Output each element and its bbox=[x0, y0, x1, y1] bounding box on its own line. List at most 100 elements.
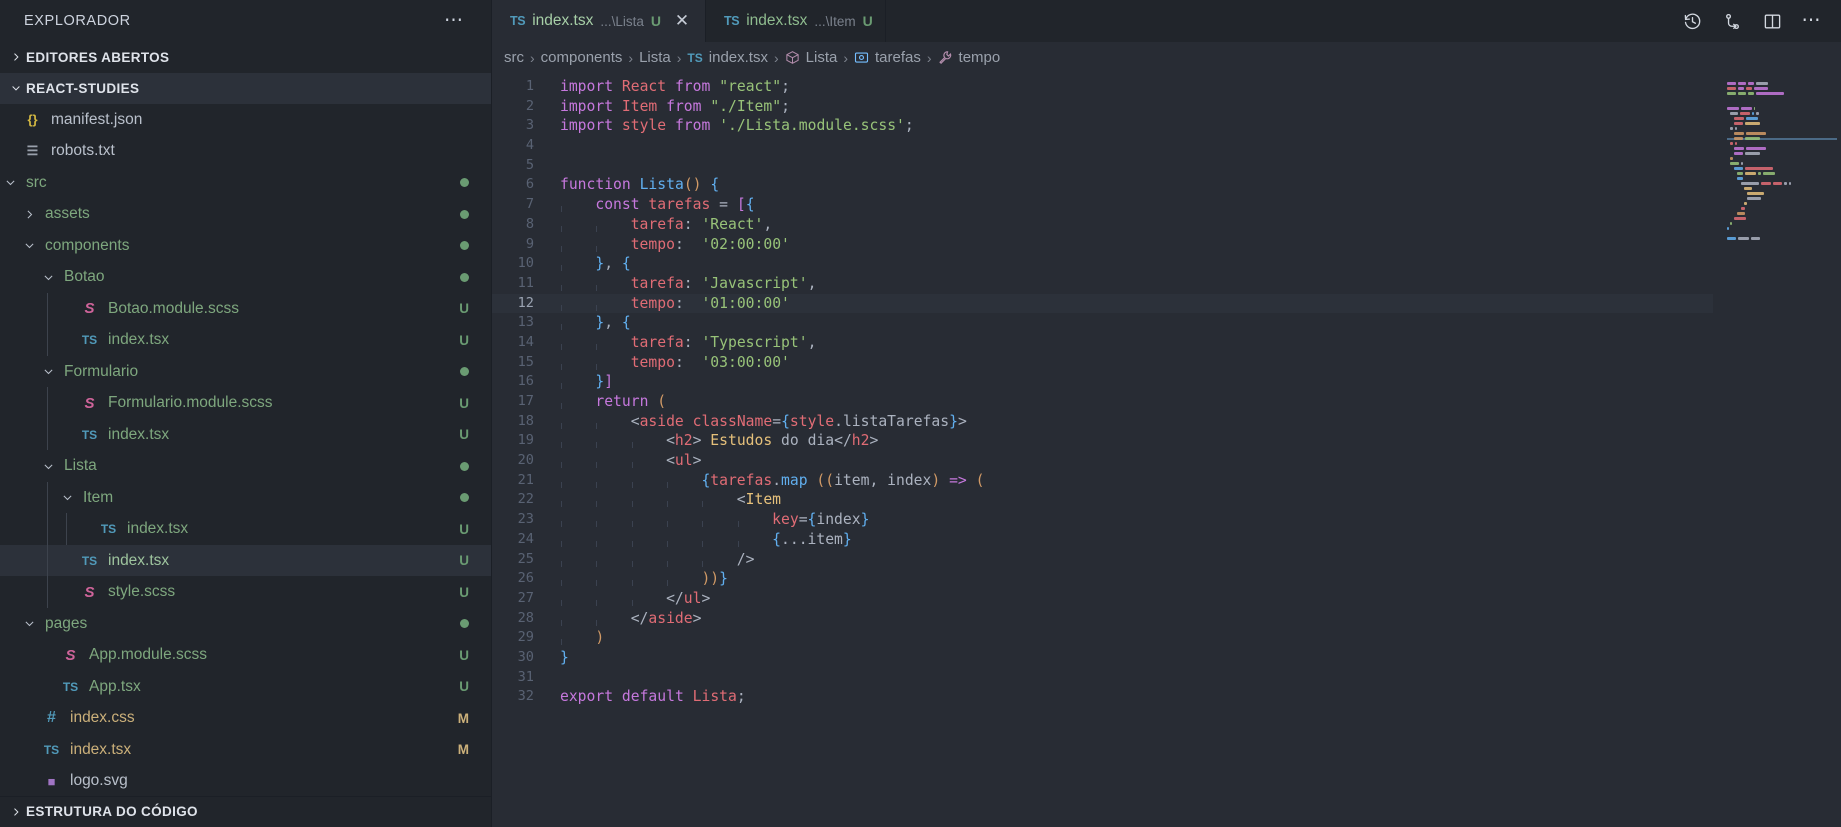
tree-file[interactable]: {} manifest.json bbox=[0, 104, 491, 136]
tree-file[interactable]: S Botao.module.scss U bbox=[0, 292, 491, 325]
code-line[interactable]: 11 tarefa: 'Javascript', bbox=[492, 274, 1841, 294]
tree-file[interactable]: Sstyle.scss U bbox=[0, 576, 491, 608]
tree-folder[interactable]: Item bbox=[0, 481, 491, 514]
code-line[interactable]: 21 {tarefas.map ((item, index) => ( bbox=[492, 471, 1841, 491]
breadcrumb-label: Lista bbox=[805, 49, 838, 66]
code-line[interactable]: 6 function Lista() { bbox=[492, 175, 1841, 195]
code-line[interactable]: 2 import Item from "./Item"; bbox=[492, 97, 1841, 117]
code-line[interactable]: 16}] bbox=[492, 372, 1841, 392]
tree-file[interactable]: TS index.tsx U bbox=[0, 324, 491, 356]
tab-bar: TS index.tsx ...\Lista U ✕ TS index.tsx ...\Ite… bbox=[492, 0, 1841, 42]
code-line[interactable]: 1 import React from "react"; bbox=[492, 77, 1841, 97]
tree-file[interactable]: TS index.tsx U bbox=[0, 544, 491, 577]
code-line[interactable]: 14 tarefa: 'Typescript', bbox=[492, 333, 1841, 353]
tree-item-label: App.module.scss bbox=[89, 646, 208, 664]
code-line[interactable]: 23 key={index} bbox=[492, 510, 1841, 530]
tree-folder[interactable]: Formulario bbox=[0, 356, 491, 388]
tree-file[interactable]: S App.module.scss U bbox=[0, 639, 491, 671]
code-line[interactable]: 9 tempo: '02:00:00' bbox=[492, 235, 1841, 255]
breadcrumb-item[interactable]: Lista bbox=[781, 49, 842, 66]
history-icon[interactable] bbox=[1677, 6, 1707, 36]
tree-file[interactable]: TS App.tsx U bbox=[0, 671, 491, 703]
breadcrumb[interactable]: src › components › Lista › TS index.tsx › Lista › t… bbox=[492, 42, 1841, 73]
code-text: </ul> bbox=[560, 589, 711, 607]
section-estrutura-do-codigo[interactable]: ESTRUTURA DO CÓDIGO bbox=[0, 795, 491, 827]
code-line[interactable]: 19 <h2> Estudos do dia</h2> bbox=[492, 431, 1841, 451]
editor-tab[interactable]: TS index.tsx ...\Item U bbox=[706, 0, 886, 42]
no-chevron-spacer bbox=[57, 324, 77, 356]
git-status-badge: U bbox=[459, 553, 469, 569]
code-line[interactable]: 17 return ( bbox=[492, 392, 1841, 412]
tree-folder[interactable]: Botao bbox=[0, 261, 491, 293]
tree-folder[interactable]: pages bbox=[0, 608, 491, 640]
no-chevron-spacer bbox=[19, 765, 39, 796]
source-control-icon[interactable] bbox=[1717, 6, 1747, 36]
tree-item-label: Botao bbox=[64, 268, 105, 286]
code-line[interactable]: 25 /> bbox=[492, 550, 1841, 570]
code-line[interactable]: 4 bbox=[492, 136, 1841, 156]
git-status-badge: U bbox=[459, 395, 469, 411]
code-line[interactable]: 24 {...item} bbox=[492, 530, 1841, 550]
close-icon[interactable]: ✕ bbox=[671, 10, 693, 32]
breadcrumb-label: src bbox=[504, 49, 524, 66]
tree-item-label: index.css bbox=[70, 709, 135, 727]
file-tree[interactable]: {} manifest.json ☰ robots.txt src assets compo… bbox=[0, 104, 491, 796]
code-line[interactable]: 3 import style from './Lista.module.scss'… bbox=[492, 116, 1841, 136]
tree-item-label: index.tsx bbox=[108, 551, 170, 569]
code-line[interactable]: 8 tarefa: 'React', bbox=[492, 215, 1841, 235]
tree-file[interactable]: ■ logo.svg bbox=[0, 765, 491, 796]
more-actions-icon[interactable]: ⋯ bbox=[1797, 6, 1827, 36]
code-line[interactable]: 7 const tarefas = [{ bbox=[492, 195, 1841, 215]
explorer-sidebar: EXPLORADOR ⋯ EDITORES ABERTOS REACT-STUD… bbox=[0, 0, 492, 827]
code-line[interactable]: 5 bbox=[492, 156, 1841, 176]
code-content[interactable]: 1 import React from "react"; 2 import Item … bbox=[492, 73, 1841, 827]
tree-folder[interactable]: assets bbox=[0, 198, 491, 230]
breadcrumb-item[interactable]: Lista bbox=[635, 49, 675, 66]
line-number: 13 bbox=[517, 314, 534, 331]
breadcrumb-item[interactable]: src bbox=[500, 49, 528, 66]
code-line[interactable]: 27 </ul> bbox=[492, 589, 1841, 609]
section-editores-abertos[interactable]: EDITORES ABERTOS bbox=[0, 42, 491, 73]
split-editor-icon[interactable] bbox=[1757, 6, 1787, 36]
indent-guide bbox=[19, 576, 38, 608]
tab-git-status: U bbox=[862, 13, 873, 29]
code-line[interactable]: 22 <Item bbox=[492, 490, 1841, 510]
json-icon: {} bbox=[27, 112, 38, 128]
indent-guide bbox=[19, 545, 38, 577]
code-line[interactable]: 30} bbox=[492, 648, 1841, 668]
breadcrumb-item[interactable]: tempo bbox=[934, 49, 1005, 66]
code-line[interactable]: 28 </aside> bbox=[492, 609, 1841, 629]
code-text: <h2> Estudos do dia</h2> bbox=[560, 432, 879, 450]
code-line[interactable]: 29) bbox=[492, 628, 1841, 648]
code-line[interactable]: 15 tempo: '03:00:00' bbox=[492, 353, 1841, 373]
tree-file[interactable]: S Formulario.module.scss U bbox=[0, 387, 491, 419]
line-number: 3 bbox=[525, 117, 534, 134]
editor-tab[interactable]: TS index.tsx ...\Lista U ✕ bbox=[492, 0, 707, 42]
code-line[interactable]: 18 <aside className={style.listaTarefas}> bbox=[492, 412, 1841, 432]
code-line[interactable]: 26))} bbox=[492, 569, 1841, 589]
tree-folder[interactable]: Lista bbox=[0, 450, 491, 482]
chevron-right-icon bbox=[19, 198, 39, 230]
section-react-studies[interactable]: REACT-STUDIES bbox=[0, 72, 491, 104]
tree-file[interactable]: TS index.tsx M bbox=[0, 734, 491, 766]
code-line[interactable]: 13}, { bbox=[492, 313, 1841, 333]
tree-file[interactable]: ☰ robots.txt bbox=[0, 135, 491, 167]
git-status-badge bbox=[460, 619, 469, 629]
tree-folder[interactable]: components bbox=[0, 230, 491, 262]
explorer-more-icon[interactable]: ⋯ bbox=[438, 11, 471, 30]
tree-file[interactable]: TS index.tsx U bbox=[0, 418, 491, 451]
code-line[interactable]: 31 bbox=[492, 668, 1841, 688]
breadcrumb-item[interactable]: components bbox=[537, 49, 627, 66]
code-line[interactable]: 12 tempo: '01:00:00' bbox=[492, 293, 1841, 314]
code-line[interactable]: 10}, { bbox=[492, 254, 1841, 274]
variable-icon bbox=[854, 50, 869, 65]
breadcrumb-item[interactable]: tarefas bbox=[850, 49, 925, 66]
code-line[interactable]: 20 <ul> bbox=[492, 451, 1841, 471]
code-line[interactable]: 32 export default Lista; bbox=[492, 687, 1841, 707]
svg-icon: ■ bbox=[47, 773, 56, 789]
code-text: function Lista() { bbox=[560, 176, 720, 194]
tree-folder[interactable]: src bbox=[0, 167, 491, 199]
tree-file[interactable]: TS index.tsx U bbox=[0, 513, 491, 545]
breadcrumb-item[interactable]: TS index.tsx bbox=[683, 49, 772, 66]
tree-file[interactable]: # index.css M bbox=[0, 702, 491, 734]
